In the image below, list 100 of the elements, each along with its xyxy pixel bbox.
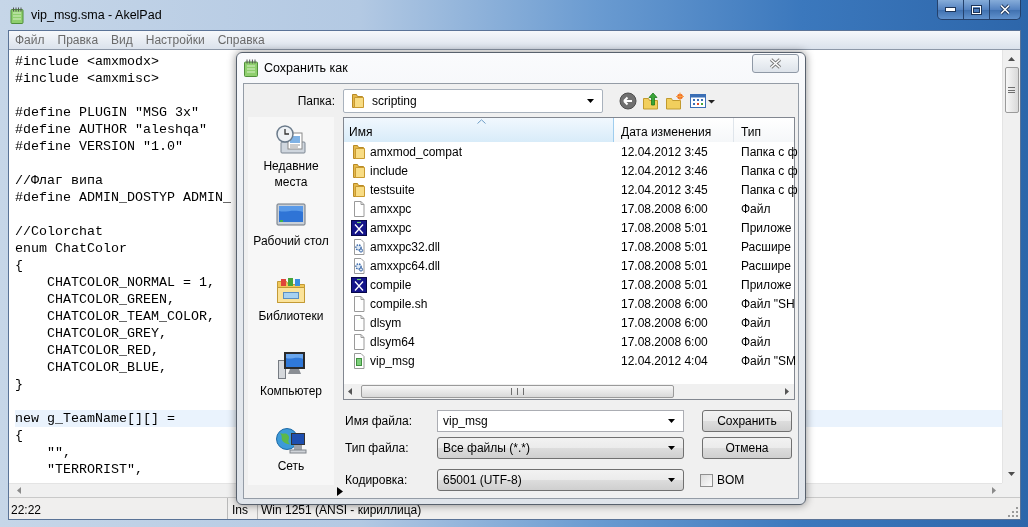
file-type: Файл xyxy=(740,315,771,330)
maximize-icon xyxy=(971,4,982,15)
scroll-up-icon[interactable] xyxy=(1008,57,1015,61)
file-date: 17.08.2008 5:01 xyxy=(620,277,709,292)
code-line: #include <amxmodx> xyxy=(15,53,159,70)
file-type: Расшире xyxy=(740,258,791,273)
file-type: Расшире xyxy=(740,239,791,254)
file-name[interactable]: amxxpc xyxy=(370,201,412,216)
filename-field[interactable]: vip_msg xyxy=(437,410,684,432)
menu-item[interactable]: Справка xyxy=(211,33,272,47)
filetype-dropdown[interactable]: Все файлы (*.*) xyxy=(437,437,684,459)
menu-item[interactable]: Правка xyxy=(51,33,106,47)
maximize-button[interactable] xyxy=(964,0,990,20)
place-label[interactable]: Сеть xyxy=(277,458,305,474)
scroll-left-icon[interactable] xyxy=(17,487,21,494)
file-name[interactable]: testsuite xyxy=(370,182,415,197)
code-line: #define ADMIN_DOSTYP ADMIN_ xyxy=(15,189,231,206)
file-name[interactable]: dlsym64 xyxy=(370,334,415,349)
folder-icon xyxy=(350,93,366,109)
place-label[interactable]: Недавние места xyxy=(263,158,319,190)
cursor-position: 22:22 xyxy=(11,504,42,517)
file-name[interactable]: dlsym xyxy=(370,315,402,330)
notepad-icon xyxy=(10,6,24,24)
dialog-title: Сохранить как xyxy=(264,61,348,75)
view-menu-icon[interactable] xyxy=(689,92,716,110)
file-date: 12.04.2012 3:45 xyxy=(620,182,709,197)
expand-arrow-icon[interactable] xyxy=(337,487,343,496)
settings-file-icon xyxy=(351,257,367,274)
back-icon[interactable] xyxy=(619,92,637,110)
code-line: { xyxy=(15,257,23,274)
file-date: 17.08.2008 5:01 xyxy=(620,239,709,254)
file-date: 17.08.2008 6:00 xyxy=(620,315,709,330)
place-label[interactable]: Библиотеки xyxy=(258,308,324,324)
file-name[interactable]: vip_msg xyxy=(370,353,415,368)
notepad-icon xyxy=(243,59,259,77)
caret-icon xyxy=(668,446,675,450)
code-line: CHATCOLOR_NORMAL = 1, xyxy=(46,274,215,291)
code-line: #define AUTHOR "aleshqa" xyxy=(15,121,207,138)
save-button[interactable]: Сохранить xyxy=(702,410,792,432)
column-header[interactable]: Имя xyxy=(344,118,614,142)
file-type: Папка с ф xyxy=(740,144,798,159)
file-icon xyxy=(351,333,367,350)
scrollbar-thumb[interactable] xyxy=(361,385,674,398)
folder-dropdown[interactable]: scripting xyxy=(343,89,603,113)
file-date: 12.04.2012 3:46 xyxy=(620,163,709,178)
folder-icon xyxy=(351,162,367,179)
file-name[interactable]: amxxpc xyxy=(370,220,412,235)
scroll-right-icon[interactable] xyxy=(992,487,996,494)
file-type: Файл xyxy=(740,201,771,216)
encoding-dropdown[interactable]: 65001 (UTF-8) xyxy=(437,469,684,491)
computer-icon[interactable] xyxy=(275,349,307,381)
scroll-left-icon[interactable] xyxy=(348,388,352,395)
file-date: 17.08.2008 5:01 xyxy=(620,220,709,235)
cancel-button[interactable]: Отмена xyxy=(702,437,792,459)
vertical-scrollbar[interactable] xyxy=(1002,50,1020,483)
field-label: Имя файла: xyxy=(344,414,413,428)
application-icon xyxy=(351,219,367,236)
code-line: } xyxy=(15,376,23,393)
minimize-button[interactable] xyxy=(937,0,964,20)
file-icon xyxy=(351,200,367,217)
code-line: "", xyxy=(46,444,71,461)
file-type: Файл "SM xyxy=(740,353,797,368)
clock-icon[interactable] xyxy=(275,124,307,156)
file-name[interactable]: amxxpc64.dll xyxy=(370,258,441,273)
caret-icon[interactable] xyxy=(668,419,675,423)
file-name[interactable]: compile.sh xyxy=(370,296,428,311)
menu-item[interactable]: Настройки xyxy=(139,33,212,47)
file-name[interactable]: compile xyxy=(370,277,412,292)
file-icon xyxy=(351,295,367,312)
bom-checkbox[interactable] xyxy=(700,473,713,487)
place-label[interactable]: Компьютер xyxy=(259,383,323,399)
code-line: enum ChatColor xyxy=(15,240,127,257)
code-line: #define VERSION "1.0" xyxy=(15,138,183,155)
scrollbar-thumb[interactable] xyxy=(1004,67,1019,113)
file-name[interactable]: include xyxy=(370,163,409,178)
resize-grip-icon[interactable] xyxy=(1008,507,1019,518)
file-name[interactable]: amxxpc32.dll xyxy=(370,239,441,254)
scroll-right-icon[interactable] xyxy=(785,388,789,395)
menu-item[interactable]: Вид xyxy=(105,33,140,47)
field-label: Тип файла: xyxy=(344,441,410,455)
file-date: 17.08.2008 6:00 xyxy=(620,334,709,349)
caret-icon xyxy=(587,99,594,103)
horizontal-scrollbar[interactable] xyxy=(344,384,794,399)
encoding-status: Win 1251 (ANSI - кириллица) xyxy=(261,504,422,517)
scroll-down-icon[interactable] xyxy=(1008,472,1015,476)
menu-item[interactable]: Файл xyxy=(9,33,52,47)
close-button[interactable] xyxy=(990,0,1021,20)
folder-up-icon[interactable] xyxy=(642,92,660,110)
code-line: CHATCOLOR_TEAM_COLOR, xyxy=(46,308,215,325)
checkbox-label[interactable]: BOM xyxy=(717,473,745,487)
file-date: 17.08.2008 5:01 xyxy=(620,258,709,273)
code-line: CHATCOLOR_RED, xyxy=(46,342,159,359)
code-line: #define PLUGIN "MSG 3x" xyxy=(15,104,199,121)
file-name[interactable]: amxmod_compat xyxy=(370,144,463,159)
code-line: //Colorchat xyxy=(15,223,103,240)
file-type: Папка с ф xyxy=(740,182,798,197)
code-line: CHATCOLOR_BLUE, xyxy=(46,359,167,376)
file-type: Файл xyxy=(740,334,771,349)
folder-label: Папка: xyxy=(296,94,336,108)
place-label[interactable]: Рабочий стол xyxy=(253,233,329,249)
